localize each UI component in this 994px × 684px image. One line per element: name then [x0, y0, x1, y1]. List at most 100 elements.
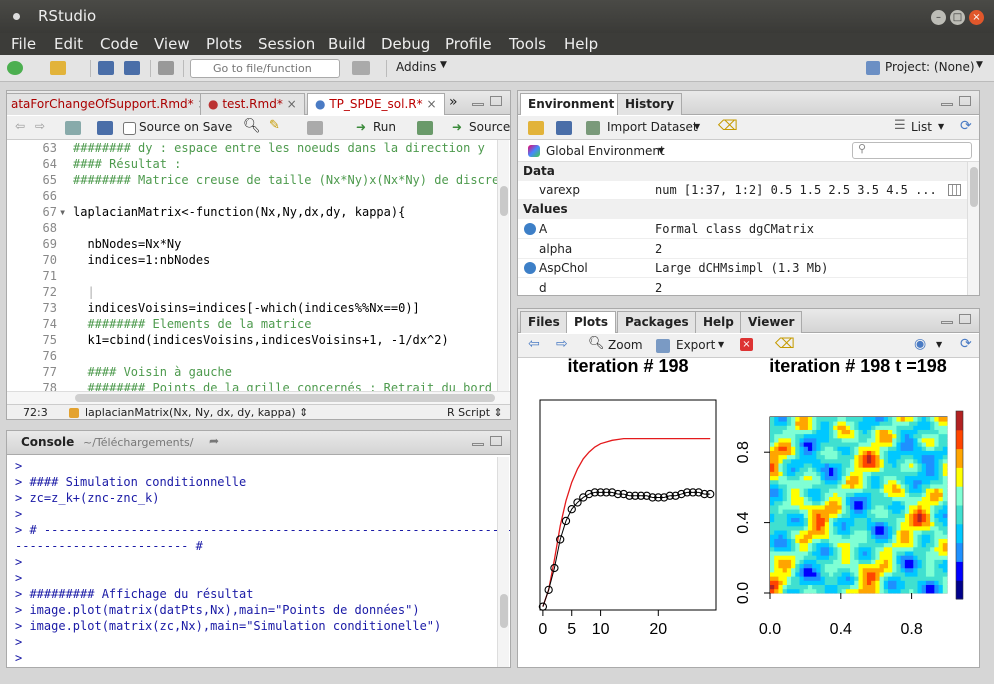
menu-session[interactable]: Session [258, 35, 315, 53]
menu-file[interactable]: File [11, 35, 36, 53]
refresh-icon[interactable]: ⟳ [960, 118, 972, 134]
search-icon[interactable]: 🔍︎ [243, 118, 261, 134]
tab-files[interactable]: Files [520, 311, 568, 333]
source-button[interactable]: Source [469, 120, 510, 134]
more-tabs-icon[interactable]: » [449, 94, 458, 110]
global-environment-select[interactable]: Global Environment [546, 144, 665, 158]
tab-plots[interactable]: Plots [566, 311, 617, 333]
open-file-icon[interactable] [50, 61, 66, 75]
menu-debug[interactable]: Debug [381, 35, 430, 53]
fold-icon[interactable]: ▾ [59, 205, 66, 219]
code-editor[interactable]: 63 ######## dy : espace entre les noeuds … [7, 140, 497, 395]
heatmap-cell [791, 417, 796, 422]
view-mode-select[interactable]: List [911, 120, 932, 134]
minimize-pane-icon[interactable] [941, 103, 953, 106]
window-menu-icon[interactable] [13, 13, 20, 20]
expand-icon[interactable] [524, 262, 536, 274]
heatmap-cell [909, 429, 914, 435]
menu-build[interactable]: Build [328, 35, 366, 53]
tab-packages[interactable]: Packages [617, 311, 697, 333]
tab-test-rmd[interactable]: ● test.Rmd* × [200, 93, 305, 115]
back-icon[interactable]: ⇦ [15, 119, 25, 133]
tab-history[interactable]: History [617, 93, 683, 115]
maximize-pane-icon[interactable] [959, 96, 971, 106]
menu-view[interactable]: View [154, 35, 190, 53]
env-row-AspChol[interactable]: AspChol Large dCHMsimpl (1.3 Mb) [518, 259, 967, 278]
env-row-alpha[interactable]: alpha 2 [518, 240, 967, 259]
close-tab-icon[interactable]: × [426, 97, 436, 111]
menu-tools[interactable]: Tools [509, 35, 546, 53]
previous-plot-icon[interactable]: ⇦ [528, 336, 540, 352]
goto-file-input[interactable] [190, 59, 340, 78]
publish-icon[interactable]: ◉ [914, 336, 926, 352]
broom-icon[interactable]: ⌫ [718, 118, 738, 134]
save-icon[interactable] [98, 61, 114, 75]
tab-rmd-change-support[interactable]: ataForChangeOfSupport.Rmd* × [7, 93, 216, 115]
tab-tp-spde[interactable]: ● TP_SPDE_sol.R* × [307, 93, 445, 115]
export-button[interactable]: Export [676, 338, 715, 352]
console-output[interactable]: > > #### Simulation conditionnelle > zc=z_… [7, 457, 510, 667]
grid-layout-icon[interactable] [352, 61, 370, 75]
tab-environment[interactable]: Environment [520, 93, 623, 115]
next-plot-icon[interactable]: ⇨ [556, 336, 568, 352]
view-table-icon[interactable] [948, 184, 961, 196]
minimize-pane-icon[interactable] [472, 443, 484, 446]
console-scrollbar[interactable] [497, 457, 509, 667]
maximize-pane-icon[interactable] [490, 96, 502, 106]
expand-icon[interactable] [524, 223, 536, 235]
console-title[interactable]: Console [21, 435, 74, 449]
compile-report-icon[interactable] [307, 121, 323, 135]
heatmap-cell [820, 433, 826, 439]
env-row-varexp[interactable]: varexp num [1:37, 1:2] 0.5 1.5 2.5 3.5 4… [518, 181, 967, 200]
environment-scrollbar[interactable] [967, 162, 979, 295]
maximize-pane-icon[interactable] [490, 436, 502, 446]
environment-search-input[interactable] [852, 142, 972, 159]
new-file-icon[interactable] [7, 61, 23, 75]
save-icon[interactable] [97, 121, 113, 135]
minimize-pane-icon[interactable] [472, 103, 484, 106]
zoom-button[interactable]: Zoom [608, 338, 643, 352]
function-scope[interactable]: laplacianMatrix(Nx, Ny, dx, dy, kappa) ⇕ [85, 406, 308, 419]
menu-profile[interactable]: Profile [445, 35, 492, 53]
code-text: #### Voisin à gauche [73, 365, 232, 379]
project-menu[interactable]: Project: (None) [885, 60, 975, 74]
magic-wand-icon[interactable]: ✎ [269, 118, 280, 133]
forward-icon[interactable]: ⇨ [35, 119, 45, 133]
editor-scrollbar[interactable] [497, 140, 509, 395]
broom-icon[interactable]: ⌫ [775, 336, 795, 352]
menu-code[interactable]: Code [100, 35, 138, 53]
run-button[interactable]: Run [373, 120, 396, 134]
tab-help[interactable]: Help [695, 311, 742, 333]
editor-hscrollbar[interactable] [7, 391, 510, 404]
env-row-A[interactable]: A Formal class dgCMatrix [518, 220, 967, 239]
menu-plots[interactable]: Plots [206, 35, 242, 53]
maximize-pane-icon[interactable] [959, 314, 971, 324]
minimize-icon[interactable]: – [931, 10, 946, 25]
heatmap-cell [913, 521, 918, 527]
menu-edit[interactable]: Edit [54, 35, 83, 53]
remove-plot-icon[interactable]: × [740, 338, 753, 351]
maximize-icon[interactable]: □ [950, 10, 965, 25]
file-type[interactable]: R Script ⇕ [447, 406, 503, 419]
menu-help[interactable]: Help [564, 35, 598, 53]
heatmap-cell [875, 513, 880, 518]
load-workspace-icon[interactable] [528, 121, 544, 135]
import-dataset-button[interactable]: Import Dataset [607, 120, 698, 134]
print-icon[interactable] [158, 61, 174, 75]
save-workspace-icon[interactable] [556, 121, 572, 135]
env-row-d[interactable]: d2 [518, 279, 967, 295]
show-in-window-icon[interactable] [65, 121, 81, 135]
code-text: laplacianMatrix<-function(Nx,Ny,dx,dy, k… [73, 205, 406, 219]
save-all-icon[interactable] [124, 61, 140, 75]
tab-viewer[interactable]: Viewer [740, 311, 803, 333]
refresh-icon[interactable]: ⟳ [960, 336, 972, 352]
source-on-save-checkbox[interactable] [123, 122, 136, 135]
close-icon[interactable]: × [969, 10, 984, 25]
heatmap-cell [791, 538, 796, 544]
minimize-pane-icon[interactable] [941, 321, 953, 324]
addins-menu[interactable]: Addins [396, 60, 436, 74]
go-to-directory-icon[interactable]: ➦ [209, 434, 219, 448]
heatmap-cell [892, 446, 897, 451]
close-tab-icon[interactable]: × [287, 97, 297, 111]
rerun-icon[interactable] [417, 121, 433, 135]
